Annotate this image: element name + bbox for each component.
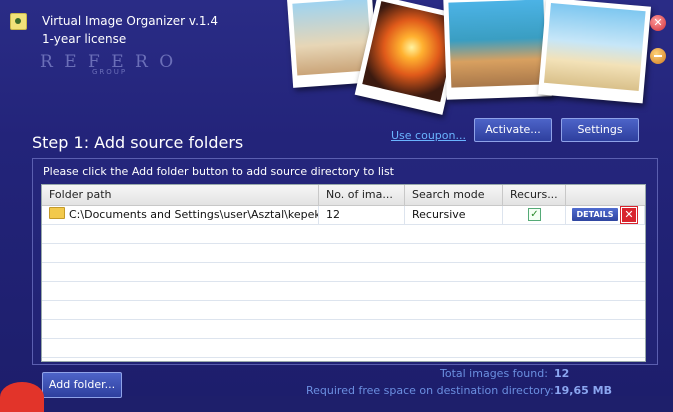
refero-logo-sub: GROUP bbox=[92, 68, 128, 76]
column-actions bbox=[566, 185, 645, 205]
app-title: Virtual Image Organizer v.1.4 bbox=[42, 14, 218, 28]
actions-cell: DETAILS ✕ bbox=[566, 206, 645, 224]
add-folder-button[interactable]: Add folder... bbox=[42, 372, 122, 398]
settings-button[interactable]: Settings bbox=[561, 118, 639, 142]
delete-row-icon[interactable]: ✕ bbox=[621, 207, 637, 223]
table-row-empty bbox=[42, 320, 645, 339]
corner-badge bbox=[0, 382, 44, 412]
folder-icon bbox=[49, 207, 65, 219]
recursive-checkbox[interactable]: ✓ bbox=[528, 208, 541, 221]
photo-kids-sea bbox=[443, 0, 552, 100]
free-space-label: Required free space on destination direc… bbox=[306, 384, 554, 397]
instruction-text: Please click the Add folder button to ad… bbox=[43, 165, 394, 178]
column-recursive[interactable]: Recurs... bbox=[503, 185, 566, 205]
license-label: 1-year license bbox=[42, 32, 127, 46]
total-images-label: Total images found: bbox=[440, 367, 548, 380]
table-header: Folder path No. of ima... Search mode Re… bbox=[42, 185, 645, 206]
search-mode-cell[interactable]: Recursive bbox=[405, 206, 503, 224]
free-space-value: 19,65 MB bbox=[554, 384, 612, 397]
folder-path-cell: C:\Documents and Settings\user\Asztal\ke… bbox=[42, 206, 319, 224]
use-coupon-link[interactable]: Use coupon... bbox=[391, 129, 466, 142]
table-row[interactable]: C:\Documents and Settings\user\Asztal\ke… bbox=[42, 206, 645, 225]
total-images-value: 12 bbox=[554, 367, 570, 380]
app-icon bbox=[10, 13, 27, 30]
table-row-empty bbox=[42, 301, 645, 320]
activate-button[interactable]: Activate... bbox=[474, 118, 552, 142]
folder-path-text: C:\Documents and Settings\user\Asztal\ke… bbox=[69, 208, 319, 221]
table-row-empty bbox=[42, 244, 645, 263]
source-folders-table: Folder path No. of ima... Search mode Re… bbox=[41, 184, 646, 362]
recursive-cell: ✓ bbox=[503, 206, 566, 224]
column-folder-path[interactable]: Folder path bbox=[42, 185, 319, 205]
table-row-empty bbox=[42, 339, 645, 358]
step-title: Step 1: Add source folders bbox=[32, 133, 244, 152]
table-row-empty bbox=[42, 263, 645, 282]
column-search-mode[interactable]: Search mode bbox=[405, 185, 503, 205]
header-photo-collage bbox=[280, 0, 652, 130]
photo-beach-chairs bbox=[537, 0, 652, 104]
close-button[interactable]: ✕ bbox=[650, 15, 666, 31]
num-images-cell: 12 bbox=[319, 206, 405, 224]
minimize-button[interactable] bbox=[650, 48, 666, 64]
table-row-empty bbox=[42, 225, 645, 244]
details-button[interactable]: DETAILS bbox=[572, 208, 618, 221]
table-row-empty bbox=[42, 282, 645, 301]
column-num-images[interactable]: No. of ima... bbox=[319, 185, 405, 205]
